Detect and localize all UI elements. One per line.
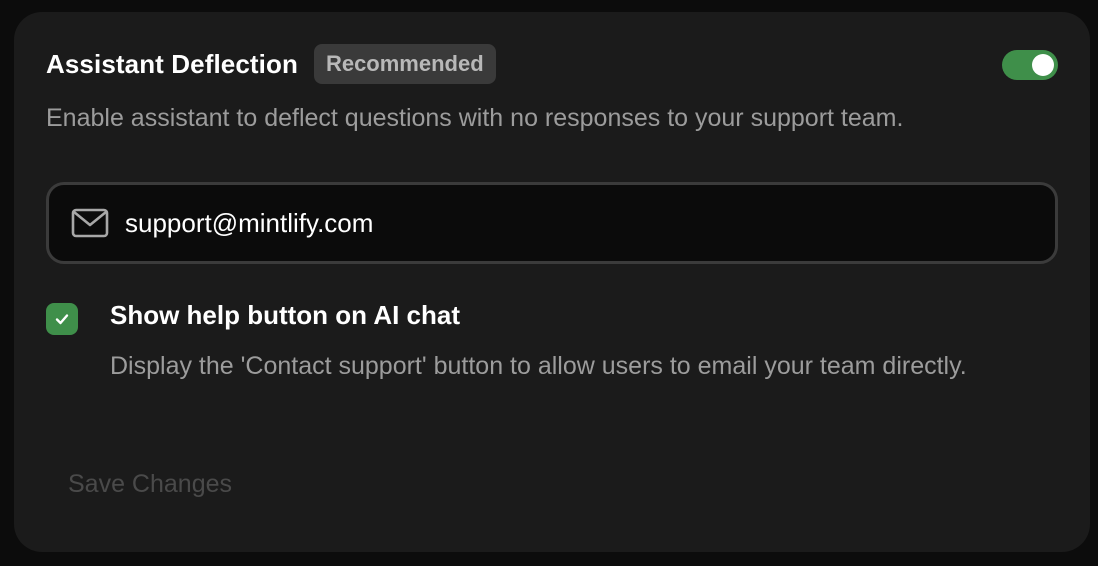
section-description: Enable assistant to deflect questions wi… [46,104,904,132]
deflection-toggle[interactable] [1002,50,1058,80]
check-icon [55,314,69,325]
recommended-badge: Recommended [313,44,496,84]
mail-icon [71,208,109,238]
toggle-knob [1032,54,1054,76]
support-email-field[interactable] [46,182,1058,264]
help-option-description: Display the 'Contact support' button to … [110,352,967,380]
help-option-title: Show help button on AI chat [110,300,460,330]
show-help-button-checkbox[interactable] [46,303,78,335]
save-changes-button[interactable]: Save Changes [68,470,232,499]
section-title: Assistant Deflection [46,48,298,79]
support-email-input[interactable] [125,207,1055,239]
section-header: Assistant Deflection Recommended [46,44,496,84]
assistant-deflection-card: Assistant Deflection Recommended Enable … [14,12,1090,552]
